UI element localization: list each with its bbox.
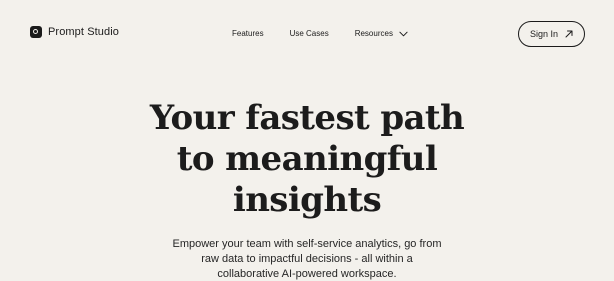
sign-in-label: Sign In [529, 29, 559, 39]
sign-in-button[interactable]: Sign In [518, 21, 585, 47]
nav-link-features[interactable]: Features [232, 29, 264, 39]
hero-title-line: insights [232, 180, 382, 220]
hero-subtitle: Empower your team with self-service anal… [0, 237, 614, 281]
hero-title-line: to meaningful [176, 139, 438, 179]
hero-title: Your fastest path to meaningful insights [0, 98, 614, 221]
hero-subtitle-line: raw data to impactful decisions - all wi… [201, 253, 413, 265]
arrow-up-right-icon [565, 30, 573, 38]
hero-subtitle-line: Empower your team with self-service anal… [172, 238, 442, 250]
hero-title-line: Your fastest path [149, 98, 465, 138]
brand[interactable]: Prompt Studio [30, 26, 119, 38]
nav-link-resources[interactable]: Resources [355, 29, 408, 39]
hero-subtitle-line: collaborative AI-powered workspace. [217, 268, 397, 280]
nav-link-resources-label: Resources [354, 29, 393, 38]
nav-links: Features Use Cases Resources [232, 29, 408, 39]
top-nav: Prompt Studio Features Use Cases Resourc… [0, 0, 614, 70]
chevron-down-icon [399, 31, 408, 37]
brand-name: Prompt Studio [48, 25, 120, 38]
logo-icon [30, 26, 42, 38]
nav-link-use-cases[interactable]: Use Cases [290, 29, 329, 39]
